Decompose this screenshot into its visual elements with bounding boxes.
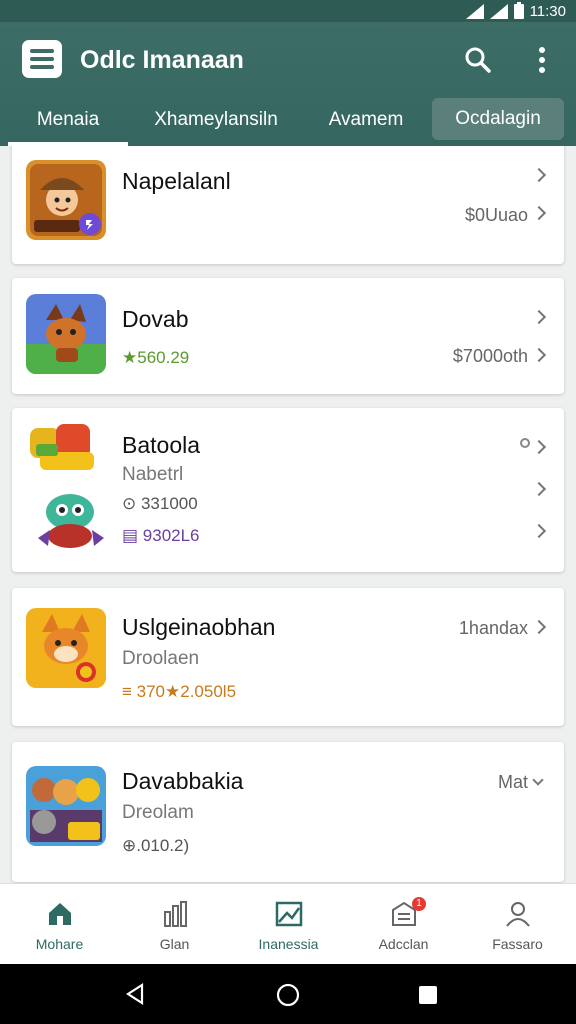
nav-gallery[interactable]: Inanessia — [231, 884, 346, 965]
battery-icon — [513, 1, 524, 19]
item-meta: ⊙ 331000 — [122, 494, 198, 513]
info-icon — [520, 438, 530, 448]
system-navigation-bar — [0, 964, 576, 1024]
nav-label: Glan — [159, 936, 190, 952]
item-subtitle: Dreolam — [122, 802, 194, 823]
nav-label: Mohare — [35, 936, 84, 952]
item-status: 1handax — [458, 618, 528, 638]
item-name: Davabbakia — [122, 768, 244, 794]
chevron-right-icon — [531, 309, 547, 325]
item-price: $7000oth — [452, 346, 528, 366]
nav-label: Adcclan — [378, 936, 429, 952]
recents-icon[interactable] — [419, 986, 437, 1004]
item-rating: ★560.29 — [122, 348, 190, 367]
item-meta: ≡ 370★2.050l5 — [122, 682, 237, 701]
app-bar: Odlc Imanaan Menaia Xhameylansiln Avamem… — [0, 22, 576, 146]
game-monster-icon — [38, 494, 104, 548]
tab-menaia[interactable]: Menaia — [8, 98, 128, 146]
chart-icon — [164, 901, 187, 927]
game-icon-adventurer — [26, 160, 106, 240]
status-bar: 11:30 — [0, 0, 576, 22]
nav-label: Fassaro — [492, 936, 543, 952]
chevron-right-icon — [531, 619, 547, 635]
chevron-right-icon — [531, 205, 547, 221]
chevron-down-icon[interactable] — [532, 774, 544, 786]
game-logo-icon — [30, 424, 94, 470]
game-icon-fox — [26, 608, 106, 688]
item-price: $0Uuao — [464, 205, 528, 225]
notification-badge: 1 — [412, 897, 426, 911]
chevron-right-icon — [531, 439, 547, 455]
tab-avamem[interactable]: Avamem — [318, 98, 414, 146]
tab-bar: Menaia Xhameylansiln Avamem Ocdalagin — [0, 98, 576, 146]
status-time: 11:30 — [529, 2, 566, 20]
item-name: Batoola — [122, 432, 201, 458]
item-subtitle: Droolaen — [122, 648, 200, 669]
menu-icon[interactable] — [22, 40, 62, 78]
list-item[interactable]: Dovab ★560.29 $7000oth — [12, 278, 564, 394]
tab-xhameylansiln[interactable]: Xhameylansiln — [140, 98, 292, 146]
item-meta: ▤ 9302L6 — [122, 526, 200, 545]
home-circle-icon[interactable] — [276, 983, 300, 1007]
chevron-right-icon — [531, 347, 547, 363]
nav-charts[interactable]: Glan — [117, 884, 232, 965]
list-item[interactable]: Batoola Nabetrl ⊙ 331000 ▤ 9302L6 — [12, 408, 564, 572]
item-subtitle: Nabetrl — [122, 464, 184, 485]
nav-messages[interactable]: 1 Adcclan — [346, 884, 461, 965]
nav-label: Inanessia — [258, 936, 319, 952]
list-item[interactable]: Napelalanl $0Uuao — [12, 146, 564, 264]
more-options-icon[interactable] — [530, 44, 554, 76]
signal-icon — [489, 3, 508, 19]
nav-home[interactable]: Mohare — [2, 884, 117, 965]
status-icons: 11:30 — [465, 0, 566, 22]
app-title: Odlc Imanaan — [80, 46, 244, 74]
wifi-icon — [465, 3, 484, 19]
game-icon-heroes — [26, 766, 106, 846]
back-icon[interactable] — [124, 983, 146, 1005]
item-name: Dovab — [122, 306, 189, 332]
tab-ocdalagin[interactable]: Ocdalagin — [432, 98, 564, 140]
chevron-right-icon — [531, 481, 547, 497]
item-name: Napelalanl — [122, 168, 231, 194]
item-name: Uslgeinaobhan — [122, 614, 276, 640]
chevron-right-icon — [531, 167, 547, 183]
game-icon-fox-warrior — [26, 294, 106, 374]
app-list: Napelalanl $0Uuao Dovab ★560.29 $7000oth — [0, 146, 576, 883]
bottom-navigation: Mohare Glan Inanessia 1 Adcclan Fassaro — [0, 883, 576, 964]
person-icon — [506, 902, 530, 927]
list-item[interactable]: Davabbakia Dreolam ⊕.010.2) Mat — [12, 742, 564, 882]
home-icon — [49, 903, 71, 925]
item-meta: ⊕.010.2) — [122, 836, 190, 855]
nav-profile[interactable]: Fassaro — [460, 884, 575, 965]
chevron-right-icon — [531, 523, 547, 539]
search-icon[interactable] — [462, 44, 494, 76]
image-icon — [275, 901, 303, 927]
list-item[interactable]: Uslgeinaobhan Droolaen ≡ 370★2.050l5 1ha… — [12, 588, 564, 726]
item-status: Mat — [497, 772, 528, 792]
